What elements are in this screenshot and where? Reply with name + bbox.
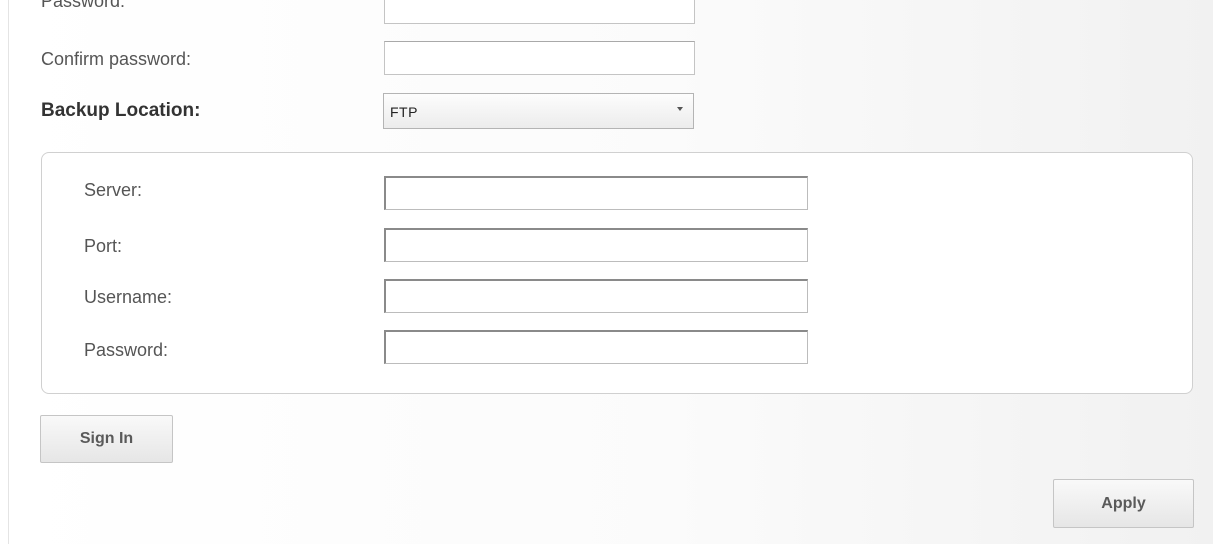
ftp-password-label: Password:: [84, 340, 169, 360]
apply-button[interactable]: Apply: [1053, 479, 1194, 528]
username-label: Username:: [84, 287, 173, 307]
server-label: Server:: [84, 180, 143, 200]
port-field[interactable]: [384, 228, 808, 262]
sign-in-button[interactable]: Sign In: [40, 415, 173, 463]
password-field[interactable]: [384, 0, 695, 24]
backup-location-value: FTP: [390, 104, 418, 120]
ftp-password-field[interactable]: [384, 330, 808, 364]
chevron-down-icon: [677, 107, 683, 111]
confirm-password-label: Confirm password:: [41, 49, 192, 69]
password-label: Password:: [41, 0, 126, 11]
confirm-password-field[interactable]: [384, 41, 695, 75]
username-field[interactable]: [384, 279, 808, 313]
backup-location-select[interactable]: FTP: [383, 93, 694, 129]
port-label: Port:: [84, 236, 123, 256]
ftp-settings-group: Server: Port: Username: Password:: [41, 152, 1193, 394]
server-field[interactable]: [384, 176, 808, 210]
backup-location-label: Backup Location:: [41, 100, 201, 121]
